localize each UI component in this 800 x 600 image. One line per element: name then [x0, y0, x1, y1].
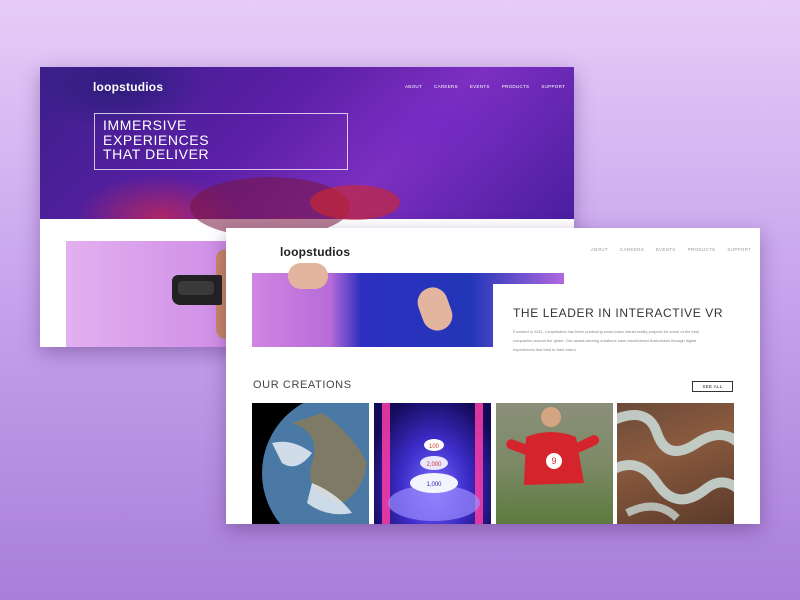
soccer-player-icon: 9 — [506, 407, 600, 485]
hero-heading-line: THAT DELIVER — [103, 146, 210, 162]
hero-heading-line: EXPERIENCES — [103, 131, 210, 148]
vr-headset-icon — [172, 275, 222, 305]
creation-arcade[interactable]: 100 2,000 1,000 — [374, 403, 491, 524]
hero-glow — [310, 185, 400, 220]
earth-icon — [262, 403, 369, 524]
nav-about[interactable]: ABOUT — [405, 84, 422, 89]
vr-headset-image — [66, 241, 246, 347]
creations-title: OUR CREATIONS — [253, 379, 352, 391]
hand-shape — [413, 283, 457, 335]
nav-events[interactable]: EVENTS — [656, 247, 676, 252]
leader-card: THE LEADER IN INTERACTIVE VR Founded in … — [493, 284, 760, 364]
badge-100: 100 — [429, 444, 440, 450]
logo[interactable]: loopstudios — [93, 80, 163, 94]
badge-1000: 1,000 — [426, 482, 442, 488]
nav-products[interactable]: PRODUCTS — [502, 84, 530, 89]
nav-careers[interactable]: CAREERS — [620, 247, 644, 252]
arm-shape — [288, 263, 328, 289]
leader-title: THE LEADER IN INTERACTIVE VR — [513, 306, 724, 320]
nav-support[interactable]: SUPPORT — [541, 84, 565, 89]
hero-banner: loopstudios ABOUT CAREERS EVENTS PRODUCT… — [40, 67, 574, 237]
jersey-number: 9 — [551, 456, 556, 466]
nav-support[interactable]: SUPPORT — [727, 247, 751, 252]
main-nav: ABOUT CAREERS EVENTS PRODUCTS SUPPORT — [591, 247, 751, 252]
creation-soccer[interactable]: 9 — [496, 403, 613, 524]
hero-heading-line: IMMERSIVE — [103, 117, 187, 133]
nav-about[interactable]: ABOUT — [591, 247, 608, 252]
nav-events[interactable]: EVENTS — [470, 84, 490, 89]
desktop-about-screenshot: loopstudios ABOUT CAREERS EVENTS PRODUCT… — [226, 228, 760, 524]
see-all-button[interactable]: SEE ALL — [692, 381, 733, 392]
creation-earth[interactable] — [252, 403, 369, 524]
creation-curves[interactable] — [617, 403, 734, 524]
nav-careers[interactable]: CAREERS — [434, 84, 458, 89]
nav-products[interactable]: PRODUCTS — [688, 247, 716, 252]
leader-text: Founded in 2011, Loopstudios has been pr… — [513, 329, 700, 352]
arcade-icon: 100 2,000 1,000 — [382, 403, 483, 524]
hero-heading-box: IMMERSIVE EXPERIENCES THAT DELIVER — [94, 113, 348, 170]
badge-2000: 2,000 — [426, 462, 442, 468]
logo[interactable]: loopstudios — [280, 245, 350, 259]
curves-icon — [617, 410, 734, 521]
main-nav: ABOUT CAREERS EVENTS PRODUCTS SUPPORT — [405, 84, 565, 89]
